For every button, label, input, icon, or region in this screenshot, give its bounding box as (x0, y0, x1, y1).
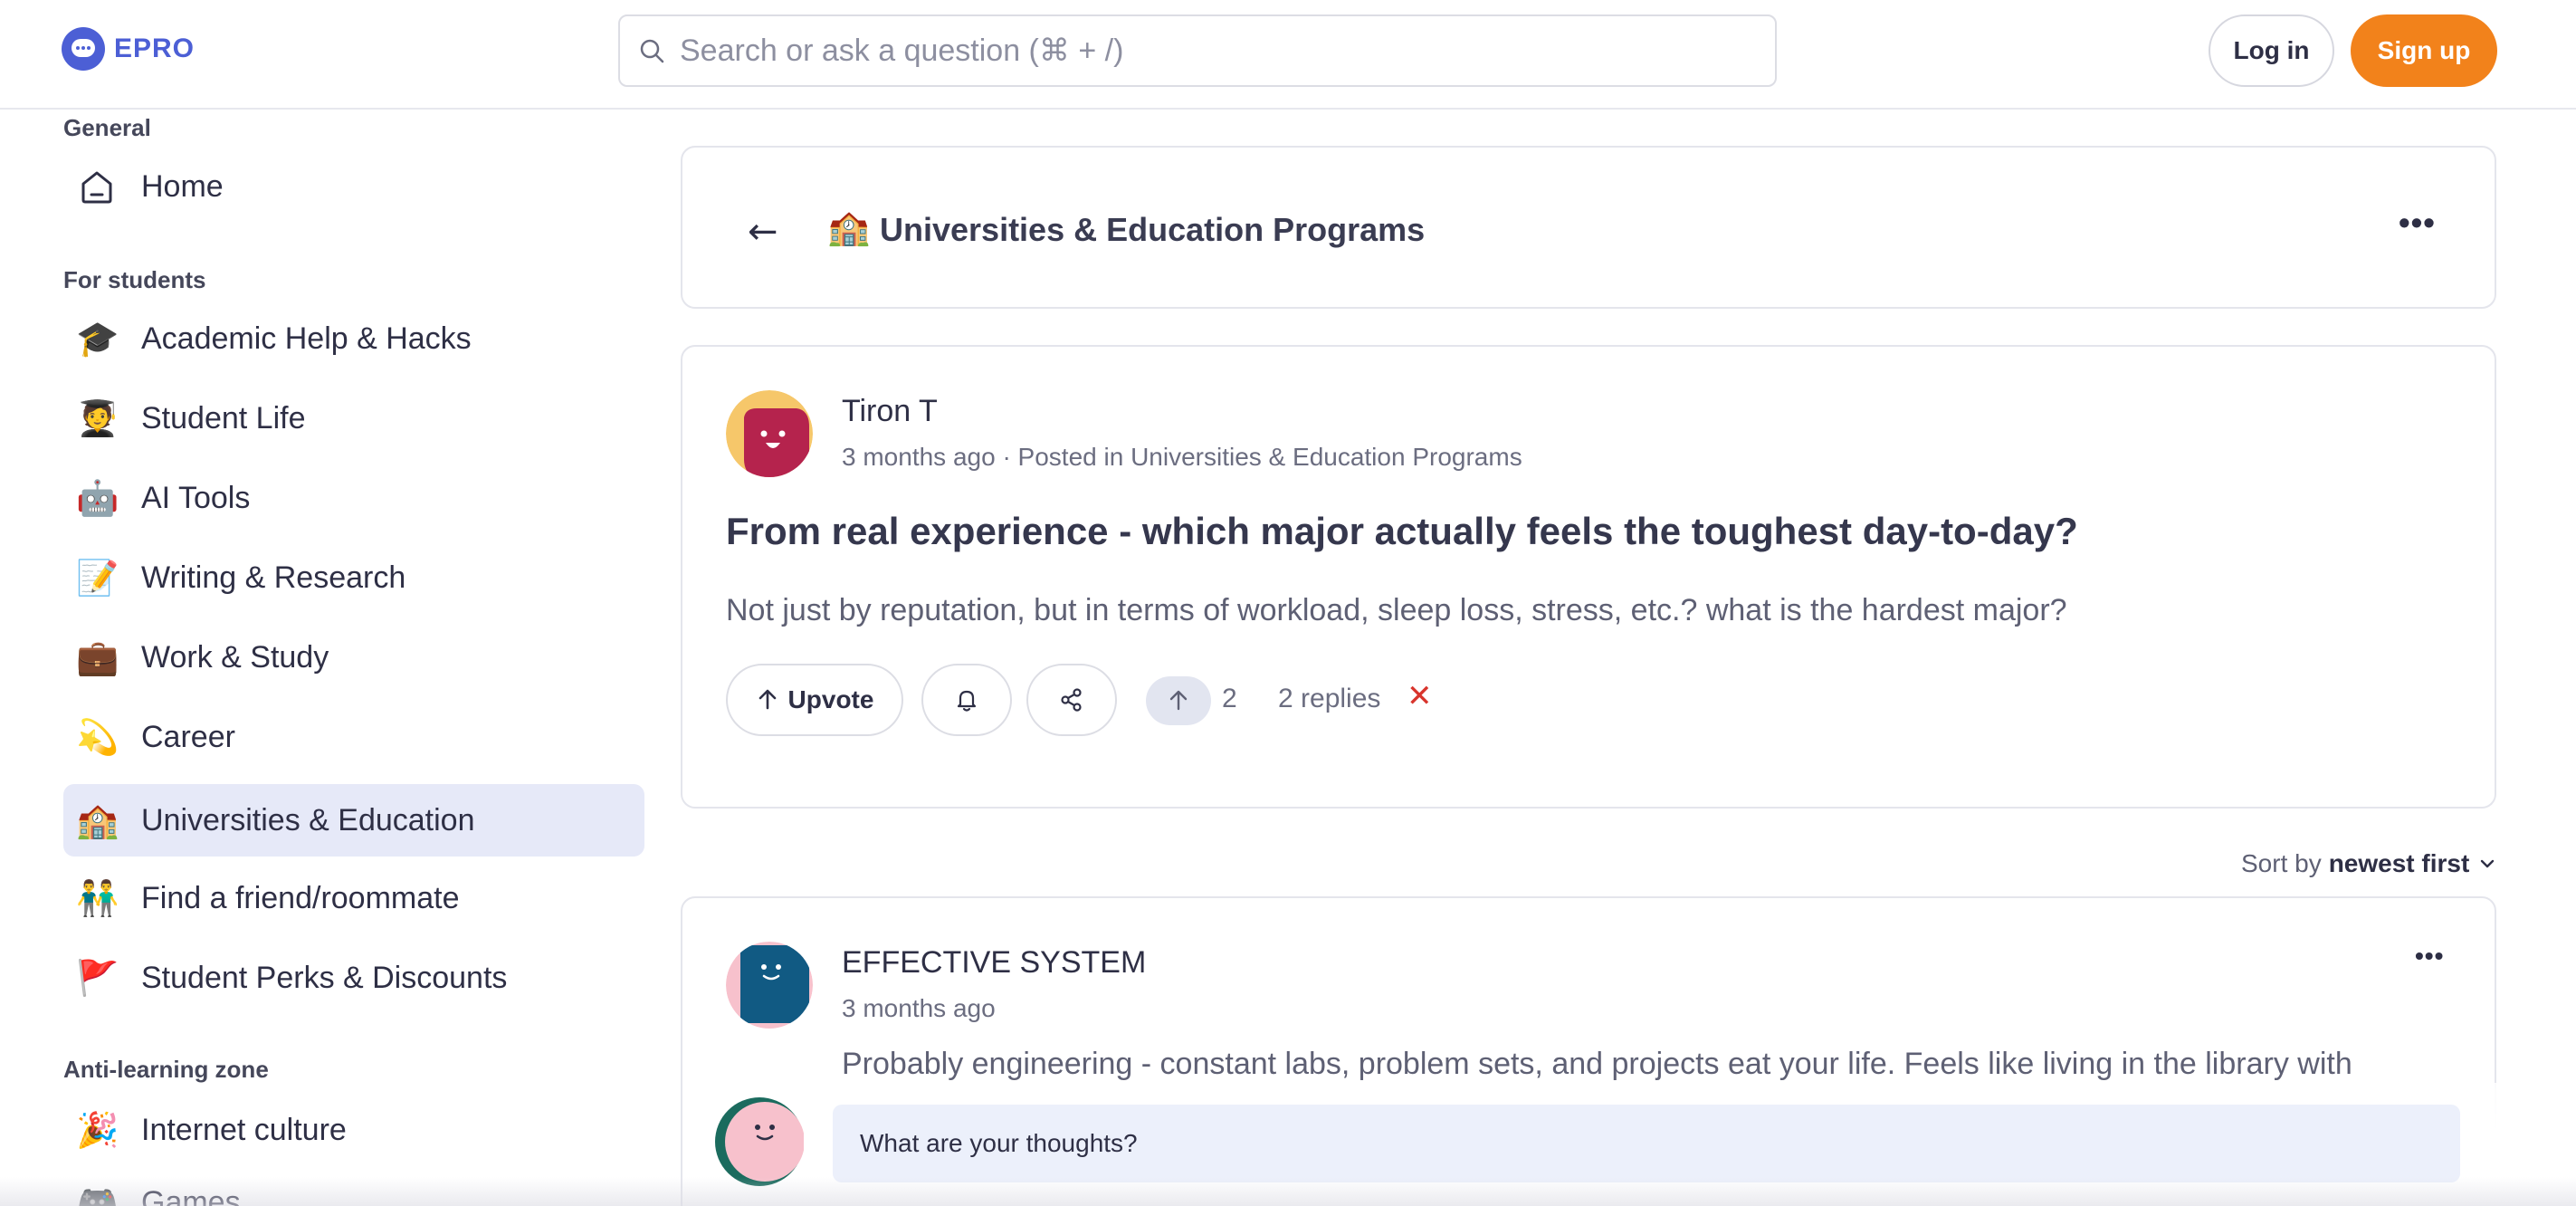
bell-icon (957, 690, 977, 712)
school-icon: 🏫 (827, 207, 871, 247)
chat-bubble-icon (62, 27, 105, 71)
sort-value: newest first (2328, 849, 2470, 877)
arrow-up-icon (1169, 690, 1188, 711)
search-bar[interactable] (618, 14, 1777, 87)
replies-count[interactable]: 2 replies (1278, 684, 1380, 714)
sidebar-item-label: Home (141, 168, 224, 204)
sidebar-item-label: Universities & Education (141, 802, 475, 838)
graduation-cap-icon: 🎓 (76, 319, 119, 359)
logo[interactable]: EPRO (62, 27, 195, 71)
login-button[interactable]: Log in (2209, 14, 2334, 87)
signup-button[interactable]: Sign up (2351, 14, 2497, 87)
reply-text: Probably engineering - constant labs, pr… (842, 1047, 2352, 1081)
section-title-general: General (63, 114, 151, 141)
game-controller-icon: 🎮 (76, 1182, 119, 1206)
sidebar-item-internet-culture[interactable]: 🎉 Internet culture (63, 1094, 644, 1166)
sidebar-item-student-perks[interactable]: 🚩 Student Perks & Discounts (63, 942, 644, 1014)
sidebar-item-universities[interactable]: 🏫 Universities & Education (63, 784, 644, 857)
author-name[interactable]: Tiron T (842, 394, 938, 429)
upvote-label: Upvote (787, 685, 874, 713)
briefcase-icon: 💼 (76, 637, 119, 677)
sidebar-item-ai-tools[interactable]: 🤖 AI Tools (63, 462, 644, 534)
section-title-anti-learning: Anti-learning zone (63, 1056, 269, 1083)
sidebar-item-writing-research[interactable]: 📝 Writing & Research (63, 541, 644, 614)
memo-icon: 📝 (76, 558, 119, 598)
avatar (715, 1097, 805, 1186)
sidebar-item-home[interactable]: Home (63, 150, 644, 223)
search-icon (640, 39, 664, 63)
avatar[interactable] (726, 942, 813, 1029)
notify-button[interactable] (921, 664, 1012, 736)
home-icon (81, 171, 112, 204)
avatar[interactable] (726, 390, 813, 477)
robot-icon: 🤖 (76, 478, 119, 518)
sidebar-item-find-friend[interactable]: 👬 Find a friend/roommate (63, 862, 644, 934)
sidebar-item-games[interactable]: 🎮 Games (63, 1166, 644, 1206)
sidebar: General Home For students 🎓 Academic Hel… (0, 110, 652, 1206)
author-name[interactable]: EFFECTIVE SYSTEM (842, 945, 1146, 981)
sidebar-item-academic-help[interactable]: 🎓 Academic Help & Hacks (63, 302, 644, 375)
sidebar-item-label: Student Life (141, 400, 306, 436)
people-icon: 👬 (76, 878, 119, 918)
close-icon[interactable]: ✕ (1407, 678, 1433, 714)
arrow-up-icon (758, 689, 776, 710)
sidebar-item-label: AI Tools (141, 480, 251, 515)
search-input[interactable] (680, 33, 1675, 69)
dizzy-icon: 💫 (76, 717, 119, 757)
sidebar-item-work-study[interactable]: 💼 Work & Study (63, 621, 644, 694)
party-popper-icon: 🎉 (76, 1110, 119, 1150)
logo-text: EPRO (114, 34, 196, 63)
sidebar-item-label: Writing & Research (141, 560, 406, 595)
sidebar-item-label: Work & Study (141, 639, 329, 675)
more-options-icon[interactable]: ••• (2399, 204, 2436, 242)
sidebar-item-label: Student Perks & Discounts (141, 960, 508, 995)
post-meta: 3 months ago · Posted in Universities & … (842, 443, 1522, 471)
sidebar-item-student-life[interactable]: 🧑‍🎓 Student Life (63, 382, 644, 455)
sidebar-item-label: Find a friend/roommate (141, 880, 460, 915)
share-button[interactable] (1026, 664, 1117, 736)
sidebar-item-label: Career (141, 719, 235, 754)
comment-input[interactable] (833, 1105, 2460, 1182)
sidebar-item-label: Academic Help & Hacks (141, 321, 472, 356)
student-icon: 🧑‍🎓 (76, 398, 119, 438)
section-title-for-students: For students (63, 266, 206, 293)
post-title: From real experience - which major actua… (726, 510, 2078, 552)
post-body: Not just by reputation, but in terms of … (726, 593, 2067, 627)
vote-count: 2 (1222, 684, 1237, 713)
flag-icon: 🚩 (76, 958, 119, 998)
school-icon: 🏫 (76, 800, 119, 840)
top-header: EPRO Log in Sign up (0, 0, 2576, 110)
sidebar-item-label: Games (141, 1184, 241, 1206)
sort-dropdown[interactable]: Sort by newest first (2241, 849, 2498, 878)
sidebar-item-career[interactable]: 💫 Career (63, 701, 644, 773)
comment-composer (688, 1083, 2576, 1206)
topic-header-card: ← 🏫 Universities & Education Programs ••… (681, 146, 2496, 309)
chevron-down-icon (2481, 859, 2495, 868)
sort-prefix: Sort by (2241, 849, 2322, 877)
back-arrow-icon[interactable]: ← (748, 211, 778, 253)
upvote-button[interactable]: Upvote (726, 664, 903, 736)
post-card: Tiron T 3 months ago · Posted in Univers… (681, 345, 2496, 809)
more-options-icon[interactable]: ••• (2415, 942, 2444, 971)
share-icon (1061, 688, 1082, 712)
topic-title: Universities & Education Programs (880, 211, 1426, 248)
sidebar-item-label: Internet culture (141, 1112, 347, 1147)
vote-pill[interactable] (1146, 676, 1211, 725)
reply-time: 3 months ago (842, 994, 996, 1022)
